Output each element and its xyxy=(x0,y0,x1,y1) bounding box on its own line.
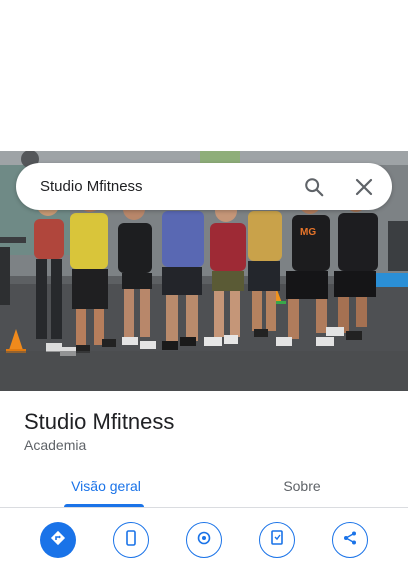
share-icon xyxy=(342,530,358,551)
directions-button[interactable] xyxy=(40,522,76,558)
search-bar[interactable]: Studio Mfitness xyxy=(16,163,392,210)
tab-bar: Visão geral Sobre xyxy=(0,465,408,507)
search-icon[interactable] xyxy=(300,173,328,201)
place-category: Academia xyxy=(24,437,87,453)
tab-overview[interactable]: Visão geral xyxy=(4,465,208,507)
place-title: Studio Mfitness xyxy=(24,409,175,434)
directions-icon xyxy=(49,529,67,552)
share-button[interactable] xyxy=(332,522,368,558)
map-blank-area xyxy=(0,0,408,151)
phone-icon xyxy=(124,529,138,551)
search-query[interactable]: Studio Mfitness xyxy=(40,178,143,195)
location-icon xyxy=(196,530,212,551)
tab-divider xyxy=(0,507,408,508)
call-button[interactable] xyxy=(113,522,149,558)
tab-about[interactable]: Sobre xyxy=(200,465,404,507)
action-buttons xyxy=(0,522,408,562)
close-icon[interactable] xyxy=(350,173,378,201)
save-icon xyxy=(270,529,284,551)
shirt-print: MG xyxy=(300,227,316,238)
nearby-button[interactable] xyxy=(186,522,222,558)
save-button[interactable] xyxy=(259,522,295,558)
